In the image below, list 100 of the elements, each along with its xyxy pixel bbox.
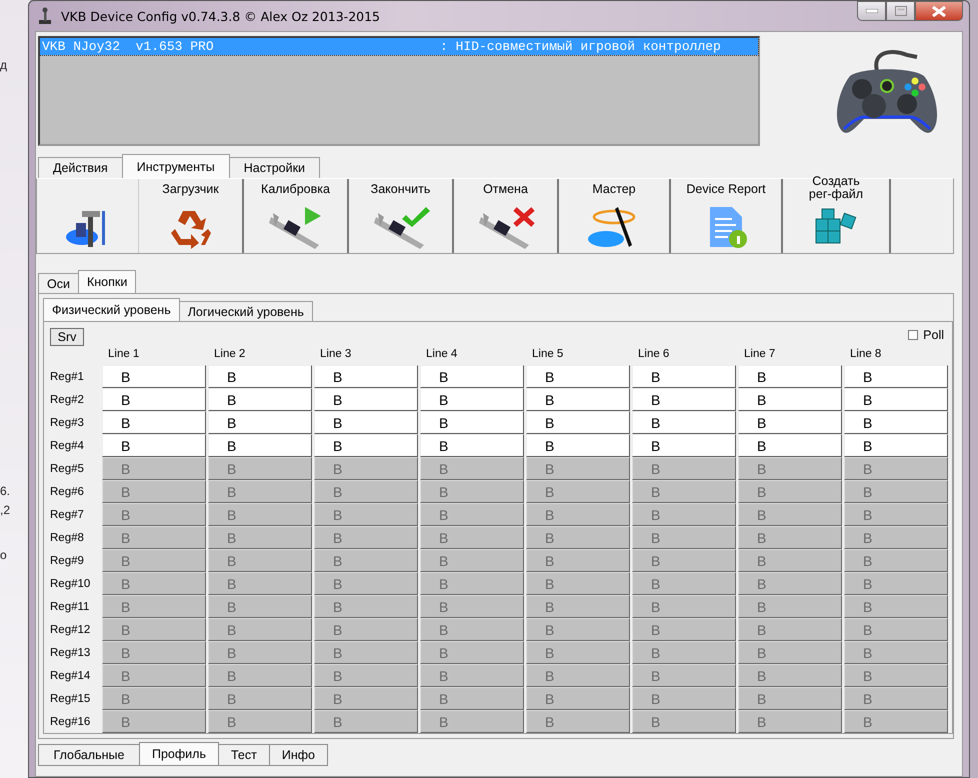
table-cell[interactable]: B — [526, 687, 630, 710]
table-cell[interactable]: B — [102, 434, 206, 457]
table-cell[interactable]: B — [420, 572, 524, 595]
table-cell[interactable]: B — [314, 572, 418, 595]
table-cell[interactable]: B — [526, 434, 630, 457]
table-cell[interactable]: B — [526, 457, 630, 480]
table-cell[interactable]: B — [314, 365, 418, 388]
table-cell[interactable]: B — [208, 595, 312, 618]
table-cell[interactable]: B — [632, 365, 736, 388]
toolbar-button[interactable]: Device Report — [671, 179, 783, 253]
table-cell[interactable]: B — [844, 503, 948, 526]
table-cell[interactable]: B — [314, 503, 418, 526]
table-cell[interactable]: B — [632, 388, 736, 411]
table-cell[interactable]: B — [420, 434, 524, 457]
table-cell[interactable]: B — [208, 388, 312, 411]
table-cell[interactable]: B — [314, 664, 418, 687]
table-cell[interactable]: B — [738, 664, 842, 687]
table-cell[interactable]: B — [314, 388, 418, 411]
table-cell[interactable]: B — [420, 365, 524, 388]
table-cell[interactable]: B — [102, 411, 206, 434]
table-cell[interactable]: B — [844, 526, 948, 549]
table-cell[interactable]: B — [420, 664, 524, 687]
table-cell[interactable]: B — [632, 572, 736, 595]
table-cell[interactable]: B — [844, 434, 948, 457]
tab[interactable]: Настройки — [228, 157, 320, 178]
table-cell[interactable]: B — [102, 595, 206, 618]
table-cell[interactable]: B — [208, 457, 312, 480]
table-cell[interactable]: B — [632, 710, 736, 733]
table-cell[interactable]: B — [632, 687, 736, 710]
table-cell[interactable]: B — [102, 365, 206, 388]
table-cell[interactable]: B — [420, 388, 524, 411]
table-cell[interactable]: B — [208, 411, 312, 434]
table-cell[interactable]: B — [314, 480, 418, 503]
table-cell[interactable]: B — [208, 687, 312, 710]
table-cell[interactable]: B — [526, 572, 630, 595]
table-cell[interactable]: B — [738, 710, 842, 733]
table-cell[interactable]: B — [632, 411, 736, 434]
tab[interactable]: Тест — [218, 744, 270, 766]
table-cell[interactable]: B — [420, 549, 524, 572]
table-cell[interactable]: B — [314, 526, 418, 549]
table-cell[interactable]: B — [844, 687, 948, 710]
table-cell[interactable]: B — [632, 526, 736, 549]
table-cell[interactable]: B — [738, 526, 842, 549]
table-cell[interactable]: B — [738, 411, 842, 434]
tab[interactable]: Инфо — [268, 744, 328, 766]
table-cell[interactable]: B — [738, 572, 842, 595]
table-cell[interactable]: B — [102, 526, 206, 549]
table-cell[interactable]: B — [738, 595, 842, 618]
table-cell[interactable]: B — [102, 687, 206, 710]
table-cell[interactable]: B — [420, 526, 524, 549]
table-cell[interactable]: B — [738, 549, 842, 572]
table-cell[interactable]: B — [632, 480, 736, 503]
table-cell[interactable]: B — [102, 388, 206, 411]
table-cell[interactable]: B — [526, 365, 630, 388]
table-cell[interactable]: B — [102, 549, 206, 572]
table-cell[interactable]: B — [314, 411, 418, 434]
table-cell[interactable]: B — [420, 687, 524, 710]
table-cell[interactable]: B — [208, 480, 312, 503]
table-cell[interactable]: B — [208, 618, 312, 641]
table-cell[interactable]: B — [420, 710, 524, 733]
table-cell[interactable]: B — [738, 503, 842, 526]
tab[interactable]: Оси — [38, 273, 79, 293]
table-cell[interactable]: B — [314, 641, 418, 664]
tab[interactable]: Физический уровень — [43, 298, 180, 321]
table-cell[interactable]: B — [102, 618, 206, 641]
toolbar-button[interactable]: Отмена — [454, 179, 559, 253]
tab[interactable]: Действия — [38, 157, 123, 178]
table-cell[interactable]: B — [314, 434, 418, 457]
table-cell[interactable]: B — [844, 618, 948, 641]
table-cell[interactable]: B — [208, 664, 312, 687]
table-cell[interactable]: B — [844, 595, 948, 618]
table-cell[interactable]: B — [314, 457, 418, 480]
table-cell[interactable]: B — [208, 710, 312, 733]
table-cell[interactable]: B — [632, 595, 736, 618]
table-cell[interactable]: B — [526, 710, 630, 733]
table-cell[interactable]: B — [738, 388, 842, 411]
table-cell[interactable]: B — [526, 388, 630, 411]
table-cell[interactable]: B — [208, 549, 312, 572]
device-row[interactable]: VKB NJoy32 v1.653 PRO : HID-совместимый игровой контроллер — [40, 38, 758, 55]
table-cell[interactable]: B — [208, 641, 312, 664]
table-cell[interactable]: B — [102, 503, 206, 526]
table-cell[interactable]: B — [738, 641, 842, 664]
table-cell[interactable]: B — [208, 503, 312, 526]
table-cell[interactable]: B — [632, 618, 736, 641]
table-cell[interactable]: B — [526, 503, 630, 526]
tab[interactable]: Глобальные — [38, 744, 140, 766]
table-cell[interactable]: B — [208, 365, 312, 388]
toolbar-button[interactable]: Закончить — [349, 179, 454, 253]
table-cell[interactable]: B — [738, 457, 842, 480]
table-cell[interactable]: B — [102, 664, 206, 687]
table-cell[interactable]: B — [844, 388, 948, 411]
table-cell[interactable]: B — [420, 480, 524, 503]
table-cell[interactable]: B — [420, 595, 524, 618]
table-cell[interactable]: B — [632, 641, 736, 664]
table-cell[interactable]: B — [314, 710, 418, 733]
tab[interactable]: Логический уровень — [178, 301, 313, 321]
poll-checkbox[interactable]: Poll — [908, 328, 944, 342]
table-cell[interactable]: B — [844, 457, 948, 480]
table-cell[interactable]: B — [738, 618, 842, 641]
table-cell[interactable]: B — [314, 687, 418, 710]
